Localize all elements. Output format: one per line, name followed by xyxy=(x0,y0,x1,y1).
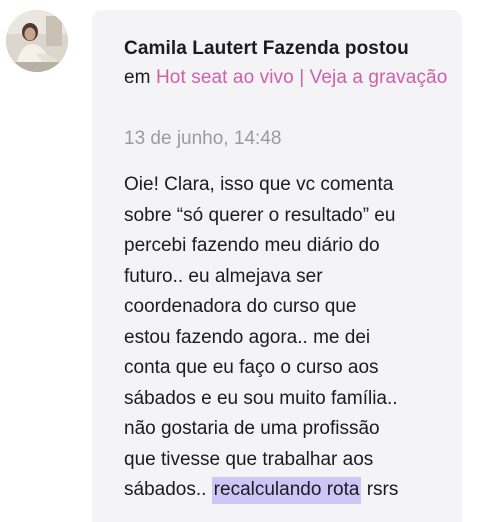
body-line: percebi fazendo meu diário do xyxy=(124,235,380,256)
context-link[interactable]: Hot seat ao vivo | Veja a gravação xyxy=(156,67,447,88)
timestamp: 13 de junho, 14:48 xyxy=(124,128,282,149)
body-line: sábados e eu sou muito família.. xyxy=(124,387,398,409)
body-line: que tivesse que trabalhar aos xyxy=(124,448,374,470)
body-line: não gostaria de uma profissão xyxy=(124,418,380,439)
in-word: em xyxy=(124,67,156,88)
body-line: futuro.. eu almejava ser xyxy=(124,265,323,287)
last-line-suffix: rsrs xyxy=(361,479,399,500)
post-header: Camila Lautert Fazenda postou em Hot seat… xyxy=(124,34,454,92)
comment-view: Camila Lautert Fazenda postou em Hot seat… xyxy=(0,0,477,522)
body-last-line: sábados.. recalculando rota rsrs xyxy=(124,475,454,506)
avatar-photo xyxy=(6,10,68,72)
body-line: sobre “só querer o resultado” eu xyxy=(124,204,396,226)
action-text: postou xyxy=(339,38,409,59)
highlighted-text[interactable]: recalculando rota xyxy=(211,477,362,504)
body-line: coordenadora do curso que xyxy=(124,296,357,317)
author-name[interactable]: Camila Lautert Fazenda xyxy=(124,38,339,59)
body-line: estou fazendo agora.. me dei xyxy=(124,326,371,348)
body-line: conta que eu faço o curso aos xyxy=(124,357,379,378)
body-line: Oie! Clara, isso que vc comenta xyxy=(124,174,394,195)
avatar[interactable] xyxy=(6,10,68,72)
comment-body: Oie! Clara, isso que vc comenta sobre “s… xyxy=(124,170,454,506)
last-line-prefix: sábados.. xyxy=(124,479,212,500)
